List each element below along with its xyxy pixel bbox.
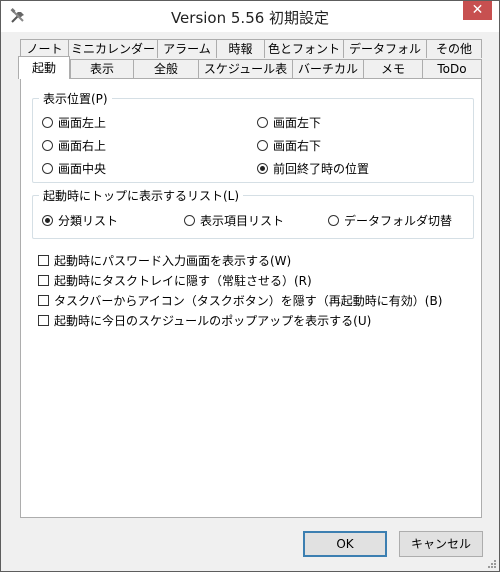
tab-time-signal[interactable]: 時報 (216, 39, 265, 58)
radio-indicator (257, 140, 268, 151)
position-group-legend: 表示位置(P) (39, 90, 112, 107)
position-group: 表示位置(P) 画面左上 画面左下 画面右上 画面右下 画面中央 前回終了時の位… (32, 90, 474, 183)
radio-data-folder-switch[interactable]: データフォルダ切替 (328, 212, 452, 229)
radio-top-left[interactable]: 画面左上 (42, 114, 106, 131)
checkbox-label: 起動時にパスワード入力画面を表示する(W) (54, 254, 292, 268)
window-title: Version 5.56 初期設定 (170, 9, 330, 27)
radio-top-right[interactable]: 画面右上 (42, 137, 106, 154)
tab-todo[interactable]: ToDo (422, 59, 482, 78)
tab-general[interactable]: 全般 (133, 59, 199, 78)
radio-label: 画面中央 (58, 162, 107, 176)
checkbox-box (38, 255, 49, 266)
tab-alarm[interactable]: アラーム (157, 39, 217, 58)
radio-indicator-selected (42, 215, 53, 226)
radio-bottom-right[interactable]: 画面右下 (257, 137, 321, 154)
tab-mini-calendar[interactable]: ミニカレンダー (68, 39, 158, 58)
radio-bottom-left[interactable]: 画面左下 (257, 114, 321, 131)
list-group-legend: 起動時にトップに表示するリスト(L) (39, 187, 244, 204)
checkbox-label: タスクバーからアイコン（タスクボタン）を隠す（再起動時に有効）(B) (54, 294, 443, 308)
radio-label: 表示項目リスト (200, 214, 285, 228)
tab-vertical[interactable]: バーチカル (292, 59, 364, 78)
radio-label: 画面左上 (58, 116, 107, 130)
radio-indicator (42, 140, 53, 151)
radio-label: 前回終了時の位置 (273, 162, 370, 176)
tab-data-folder[interactable]: データフォルダ (343, 39, 427, 75)
radio-display-item-list[interactable]: 表示項目リスト (184, 212, 284, 229)
resize-grip-icon[interactable] (486, 558, 496, 568)
radio-center[interactable]: 画面中央 (42, 160, 106, 177)
checkbox-hide-to-tray[interactable]: 起動時にタスクトレイに隠す（常駐させる）(R) (38, 272, 312, 289)
radio-label: データフォルダ切替 (344, 214, 453, 228)
ok-button[interactable]: OK (303, 531, 387, 557)
tab-memo[interactable]: メモ (363, 59, 423, 78)
tab-schedule[interactable]: スケジュール表 (198, 59, 293, 78)
radio-label: 画面右上 (58, 139, 107, 153)
radio-indicator (42, 163, 53, 174)
checkbox-today-schedule-popup[interactable]: 起動時に今日のスケジュールのポップアップを表示する(U) (38, 312, 371, 329)
radio-indicator (257, 117, 268, 128)
radio-indicator (328, 215, 339, 226)
list-group: 起動時にトップに表示するリスト(L) 分類リスト 表示項目リスト データフォルダ… (32, 187, 474, 239)
checkbox-box (38, 275, 49, 286)
checkbox-box (38, 295, 49, 306)
tab-display[interactable]: 表示 (70, 59, 134, 78)
close-button[interactable]: ✕ (463, 1, 492, 20)
checkbox-label: 起動時にタスクトレイに隠す（常駐させる）(R) (54, 274, 312, 288)
tab-startup[interactable]: 起動 (18, 56, 70, 79)
radio-label: 画面右下 (273, 139, 322, 153)
radio-indicator-selected (257, 163, 268, 174)
radio-indicator (184, 215, 195, 226)
checkbox-label: 起動時に今日のスケジュールのポップアップを表示する(U) (54, 314, 372, 328)
checkbox-hide-taskbar-icon[interactable]: タスクバーからアイコン（タスクボタン）を隠す（再起動時に有効）(B) (38, 292, 442, 309)
tab-color-font[interactable]: 色とフォント (264, 39, 344, 58)
radio-label: 分類リスト (58, 214, 119, 228)
checkbox-password-on-startup[interactable]: 起動時にパスワード入力画面を表示する(W) (38, 252, 291, 269)
startup-tab-panel: 表示位置(P) 画面左上 画面左下 画面右上 画面右下 画面中央 前回終了時の位… (20, 78, 482, 518)
radio-category-list[interactable]: 分類リスト (42, 212, 118, 229)
radio-label: 画面左下 (273, 116, 322, 130)
title-bar: Version 5.56 初期設定 ✕ (1, 1, 499, 32)
tab-other[interactable]: その他 (426, 39, 482, 58)
cancel-button[interactable]: キャンセル (399, 531, 483, 557)
radio-last-position[interactable]: 前回終了時の位置 (257, 160, 369, 177)
radio-indicator (42, 117, 53, 128)
checkbox-box (38, 315, 49, 326)
settings-dialog: Version 5.56 初期設定 ✕ ノート ミニカレンダー アラーム 時報 … (0, 0, 500, 572)
